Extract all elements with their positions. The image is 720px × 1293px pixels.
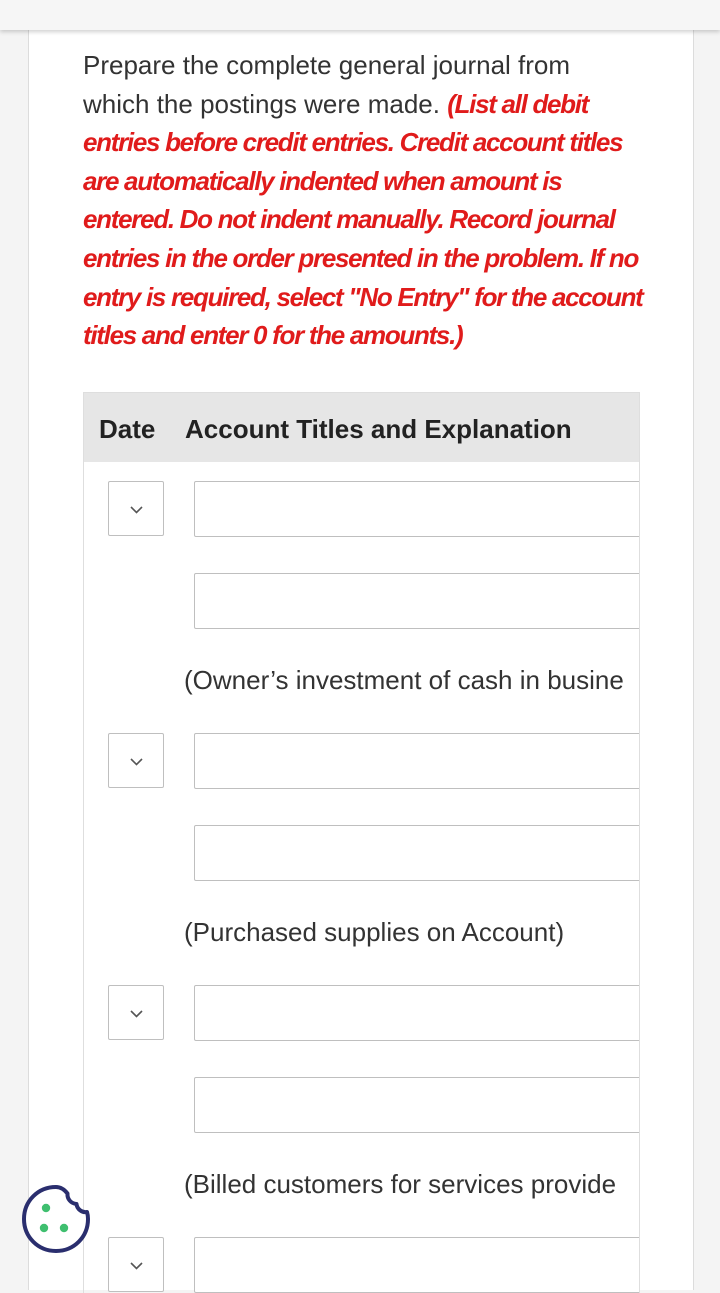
chevron-down-icon (130, 1010, 143, 1018)
account-title-input-2b[interactable] (194, 825, 639, 881)
cookie-settings-button[interactable] (20, 1183, 92, 1255)
chevron-down-icon (130, 1262, 143, 1270)
instructions: Prepare the complete general journal fro… (83, 46, 644, 355)
instructions-note: (List all debit entries before credit en… (83, 88, 644, 351)
entry-explanation-1: (Owner’s investment of cash in busine (184, 665, 624, 695)
account-title-input-1b[interactable] (194, 573, 639, 629)
entry-explanation-3: (Billed customers for services provide (184, 1169, 617, 1199)
cookie-icon (22, 1185, 90, 1253)
account-column-header: Account Titles and Explanation (185, 414, 572, 444)
date-select-4[interactable] (108, 1237, 164, 1292)
date-select-1[interactable] (108, 481, 164, 536)
journal-table: Date Account Titles and Explanation (Own… (83, 392, 640, 1293)
account-title-input-3a[interactable] (194, 985, 639, 1041)
entry-explanation-2: (Purchased supplies on Account) (184, 917, 565, 947)
date-column-header: Date (99, 414, 156, 444)
top-bar (0, 0, 720, 30)
account-title-input-2a[interactable] (194, 733, 639, 789)
chevron-down-icon (130, 506, 143, 514)
chevron-down-icon (130, 758, 143, 766)
account-title-input-4a[interactable] (194, 1237, 639, 1293)
account-title-input-1a[interactable] (194, 481, 639, 537)
table-header: Date Account Titles and Explanation (84, 393, 639, 462)
date-select-3[interactable] (108, 985, 164, 1040)
account-title-input-3b[interactable] (194, 1077, 639, 1133)
date-select-2[interactable] (108, 733, 164, 788)
